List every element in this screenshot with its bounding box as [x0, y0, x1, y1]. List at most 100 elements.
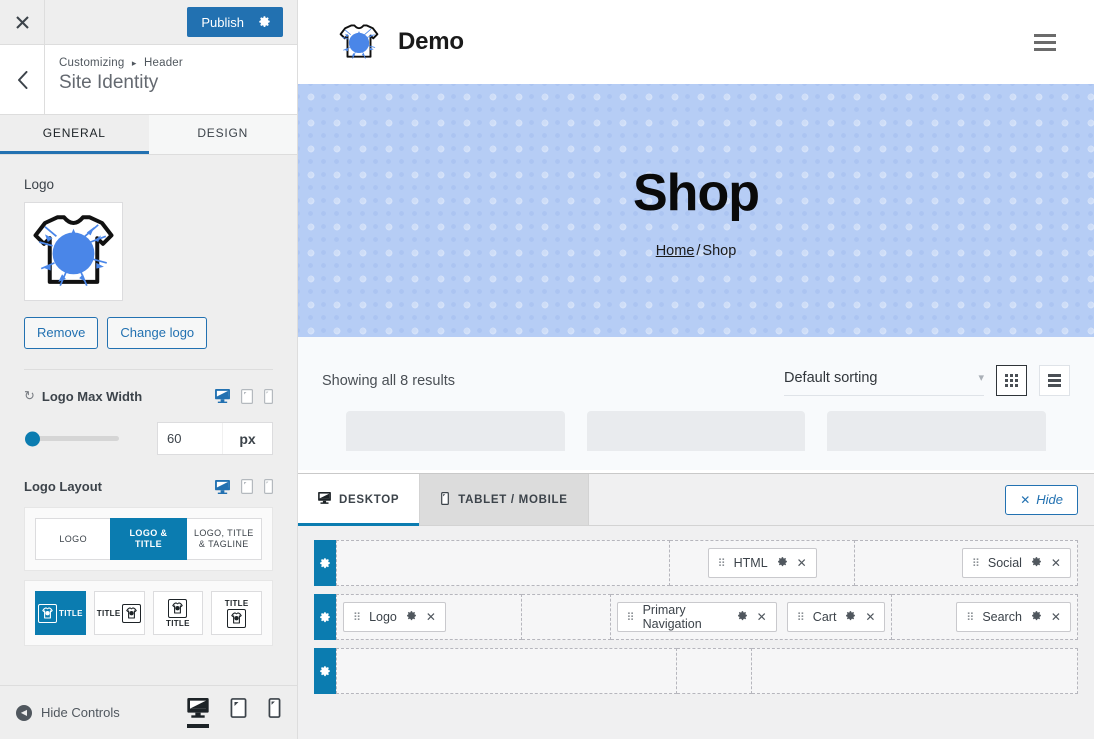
tablet-icon[interactable] — [241, 388, 254, 404]
builder-item-search[interactable]: ⠿ Search ✕ — [956, 602, 1071, 632]
mobile-icon[interactable] — [268, 697, 281, 728]
sorting-selected-value: Default sorting — [784, 369, 878, 386]
builder-item-html[interactable]: ⠿ HTML ✕ — [707, 548, 817, 578]
builder-item-social[interactable]: ⠿ Social ✕ — [961, 548, 1071, 578]
breadcrumb-root[interactable]: Customizing — [59, 57, 124, 69]
zone-top-center[interactable]: ⠿ HTML ✕ — [669, 540, 856, 586]
change-logo-button[interactable]: Change logo — [107, 317, 208, 350]
zone-main-gap[interactable] — [521, 594, 611, 640]
zone-main-center[interactable]: ⠿ Primary Navigation ✕ ⠿ Cart ✕ — [610, 594, 893, 640]
drag-handle-icon[interactable]: ⠿ — [627, 611, 635, 624]
reset-icon[interactable]: ↺ — [24, 388, 35, 404]
logo-max-width-slider[interactable] — [25, 431, 119, 447]
hide-builder-label: Hide — [1036, 492, 1063, 507]
zone-main-right[interactable]: ⠿ Search ✕ — [892, 594, 1078, 640]
remove-item-close-icon[interactable]: ✕ — [757, 610, 767, 624]
item-settings-gear-icon[interactable] — [1031, 556, 1042, 570]
tablet-icon[interactable] — [230, 697, 247, 728]
logo-layout-option-logo[interactable]: LOGO — [35, 518, 112, 561]
row-settings-gear-icon[interactable] — [314, 648, 336, 694]
logo-layout-options: LOGO LOGO & TITLE LOGO, TITLE & TAGLINE — [24, 507, 273, 572]
remove-logo-button[interactable]: Remove — [24, 317, 99, 350]
logo-max-width-header: ↺ Logo Max Width — [24, 388, 274, 404]
logo-position-logo-right[interactable]: TITLE — [93, 591, 145, 636]
list-view-icon — [1048, 374, 1061, 387]
remove-item-close-icon[interactable]: ✕ — [426, 610, 436, 624]
logo-position-row: TITLE TITLE TITLE TITLE — [35, 591, 262, 636]
row-settings-gear-icon[interactable] — [314, 540, 336, 586]
drag-handle-icon[interactable]: ⠿ — [797, 611, 805, 624]
slider-handle[interactable] — [25, 431, 40, 447]
zone-bottom-left[interactable] — [336, 648, 678, 694]
zone-bottom-center[interactable] — [677, 648, 752, 694]
remove-item-close-icon[interactable]: ✕ — [1051, 556, 1061, 570]
builder-tab-tablet-mobile[interactable]: TABLET / MOBILE — [420, 474, 589, 525]
customizer-sidebar: Publish Customizing ▸ Header Site Identi… — [0, 0, 298, 739]
hide-builder-button[interactable]: ✕ Hide — [1005, 484, 1078, 515]
item-settings-gear-icon[interactable] — [777, 556, 788, 570]
sidebar-footer: ◀ Hide Controls — [0, 685, 297, 739]
drag-handle-icon[interactable]: ⠿ — [966, 611, 974, 624]
logo-position-logo-left[interactable]: TITLE — [35, 591, 86, 636]
builder-tab-desktop[interactable]: DESKTOP — [298, 474, 421, 526]
item-settings-gear-icon[interactable] — [737, 610, 748, 624]
builder-item-cart[interactable]: ⠿ Cart ✕ — [786, 602, 886, 632]
results-count: Showing all 8 results — [322, 372, 455, 389]
logo-actions: Remove Change logo — [24, 317, 273, 350]
logo-max-width-label: Logo Max Width — [41, 388, 143, 404]
hamburger-menu-icon[interactable] — [1034, 33, 1056, 51]
tab-design[interactable]: DESIGN — [148, 115, 297, 154]
product-card-placeholder[interactable] — [346, 411, 565, 451]
row-zones — [336, 648, 1078, 694]
logo-max-width-input[interactable] — [158, 423, 222, 455]
drag-handle-icon[interactable]: ⠿ — [718, 557, 726, 570]
item-settings-gear-icon[interactable] — [1031, 610, 1042, 624]
zone-top-right[interactable]: ⠿ Social ✕ — [855, 540, 1078, 586]
builder-item-primary-navigation[interactable]: ⠿ Primary Navigation ✕ — [616, 602, 777, 632]
logo-layout-header: Logo Layout — [24, 479, 274, 495]
zone-top-left[interactable] — [336, 540, 670, 586]
remove-item-close-icon[interactable]: ✕ — [1051, 610, 1061, 624]
zone-main-left[interactable]: ⠿ Logo ✕ — [336, 594, 522, 640]
desktop-icon[interactable] — [215, 389, 230, 404]
mobile-icon[interactable] — [264, 479, 274, 495]
customizer-screen: Publish Customizing ▸ Header Site Identi… — [0, 0, 1094, 739]
collapse-icon: ◀ — [16, 704, 32, 721]
back-button[interactable] — [0, 45, 45, 114]
drag-handle-icon[interactable]: ⠿ — [972, 557, 980, 570]
item-settings-gear-icon[interactable] — [845, 610, 856, 624]
list-view-button[interactable] — [1039, 365, 1070, 396]
remove-item-close-icon[interactable]: ✕ — [797, 556, 807, 570]
builder-row-main: ⠿ Logo ✕ ⠿ Primary Navigation ✕ ⠿ Cart ✕… — [314, 594, 1078, 640]
hide-controls-button[interactable]: ◀ Hide Controls — [16, 704, 120, 721]
logo-thumbnail[interactable] — [24, 202, 123, 301]
publish-button[interactable]: Publish — [187, 7, 283, 37]
grid-view-button[interactable] — [996, 365, 1027, 396]
header-builder-panel: DESKTOP TABLET / MOBILE ✕ Hide ⠿ HTML ✕ … — [298, 473, 1094, 739]
builder-item-logo[interactable]: ⠿ Logo ✕ — [343, 602, 446, 632]
mobile-icon[interactable] — [264, 388, 274, 404]
desktop-icon[interactable] — [215, 479, 230, 494]
publish-settings-gear-icon[interactable] — [258, 15, 271, 30]
chevron-left-icon — [17, 70, 27, 89]
product-card-placeholder[interactable] — [586, 411, 806, 451]
item-settings-gear-icon[interactable] — [406, 610, 417, 624]
tablet-icon[interactable] — [241, 479, 254, 495]
product-card-placeholder[interactable] — [827, 411, 1047, 451]
logo-layout-option-logo-title-tagline[interactable]: LOGO, TITLE & TAGLINE — [185, 518, 262, 561]
desktop-icon[interactable] — [187, 697, 209, 728]
close-customizer-button[interactable] — [0, 0, 45, 44]
builder-item-label: Search — [982, 610, 1022, 624]
row-settings-gear-icon[interactable] — [314, 594, 336, 640]
breadcrumb-section[interactable]: Header — [144, 57, 183, 69]
logo-position-logo-top[interactable]: TITLE — [152, 591, 204, 636]
drag-handle-icon[interactable]: ⠿ — [353, 611, 361, 624]
remove-item-close-icon[interactable]: ✕ — [865, 610, 875, 624]
logo-position-logo-bottom[interactable]: TITLE — [211, 591, 262, 636]
zone-bottom-right[interactable] — [751, 648, 1078, 694]
tab-general[interactable]: GENERAL — [0, 115, 149, 154]
sorting-select[interactable]: Default sorting ▾ — [784, 366, 984, 396]
breadcrumb-home-link[interactable]: Home — [656, 243, 695, 259]
logo-layout-option-logo-title[interactable]: LOGO & TITLE — [110, 518, 187, 561]
site-branding[interactable]: Demo — [336, 16, 464, 68]
